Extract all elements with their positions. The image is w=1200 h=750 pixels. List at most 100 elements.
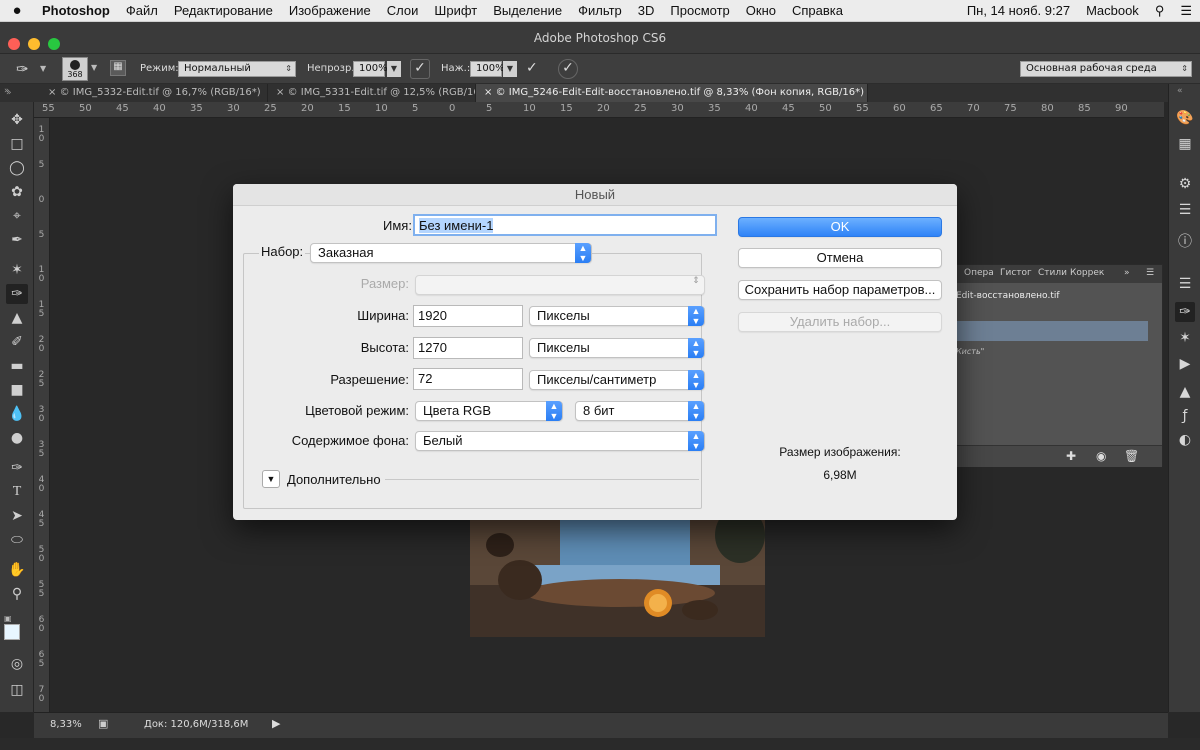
color-mode-select[interactable]: Цвета RGB ▲ ▼ [415, 401, 563, 421]
cancel-button[interactable]: Отмена [738, 248, 942, 268]
size-select[interactable]: ⇕ [415, 275, 705, 295]
collapse-panels-icon[interactable]: » [6, 88, 12, 98]
brush-preset-picker[interactable]: 368 [62, 57, 88, 81]
history-row[interactable]: Кисть" [956, 347, 984, 356]
properties-panel-icon[interactable]: ☰ [1175, 200, 1195, 220]
bit-depth-select[interactable]: 8 бит ▲ ▼ [575, 401, 705, 421]
resolution-input[interactable]: 72 [413, 368, 523, 390]
gradient-tool-icon[interactable]: ■ [6, 380, 28, 400]
menu-window[interactable]: Окно [738, 3, 784, 18]
blur-tool-icon[interactable]: 💧 [6, 404, 28, 424]
height-input[interactable]: 1270 [413, 337, 523, 359]
info-panel-icon[interactable]: ⓘ [1175, 232, 1195, 252]
crop-tool-icon[interactable]: ⌖ [6, 206, 28, 226]
menu-app-photoshop[interactable]: Photoshop [34, 3, 118, 18]
type-tool-icon[interactable]: T [6, 482, 28, 502]
resolution-unit-select[interactable]: Пикселы/сантиметр ▲ ▼ [529, 370, 705, 390]
brush-tool-icon[interactable]: ✑ [6, 284, 28, 304]
quick-mask-icon[interactable]: ◎ [6, 654, 28, 674]
advanced-label[interactable]: Дополнительно [287, 472, 381, 488]
paths-panel-icon[interactable]: ✶ [1175, 328, 1195, 348]
ok-button[interactable]: OK [738, 217, 942, 237]
chevron-down-icon[interactable]: ▼ [40, 64, 46, 73]
swatches-panel-icon[interactable]: ▦ [1175, 134, 1195, 154]
menu-select[interactable]: Выделение [485, 3, 570, 18]
width-unit-select[interactable]: Пикселы ▲ ▼ [529, 306, 705, 326]
screen-mode-icon[interactable]: ◫ [6, 680, 28, 700]
height-unit-select[interactable]: Пикселы ▲ ▼ [529, 338, 705, 358]
marquee-tool-icon[interactable]: □ [6, 134, 28, 154]
advanced-toggle-button[interactable]: ▼ [262, 470, 280, 488]
channels-panel-icon[interactable]: ◐ [1175, 430, 1195, 450]
layer-styles-icon[interactable]: ƒ [1175, 406, 1195, 426]
tab-corrections[interactable]: Коррек [1070, 268, 1104, 278]
menubar-clock[interactable]: Пн, 14 нояб. 9:27 [959, 3, 1078, 18]
layers-panel-icon[interactable]: ☰ [1175, 274, 1195, 294]
tab-img-5332[interactable]: × © IMG_5332-Edit.tif @ 16,7% (RGB/16*) [40, 84, 268, 102]
apple-icon[interactable]: ● [0, 2, 34, 19]
healing-brush-tool-icon[interactable]: ✶ [6, 260, 28, 280]
default-colors-icon[interactable]: ▣ [4, 614, 12, 623]
preset-select[interactable]: Заказная ▲ ▼ [310, 243, 592, 263]
new-layer-icon[interactable]: ✚ [1066, 449, 1076, 463]
foreground-color-swatch[interactable] [4, 624, 20, 640]
clone-stamp-tool-icon[interactable]: ▲ [6, 308, 28, 328]
chevron-down-icon[interactable]: ▼ [503, 61, 517, 77]
workspace-select[interactable]: Основная рабочая среда ⇕ [1020, 61, 1192, 77]
ellipse-tool-icon[interactable]: ⬭ [6, 530, 28, 550]
zoom-level[interactable]: 8,33% [50, 719, 82, 730]
opacity-input[interactable]: 100% [353, 61, 388, 77]
menu-edit[interactable]: Редактирование [166, 3, 281, 18]
actions-panel-icon[interactable]: ▶ [1175, 354, 1195, 374]
menu-filter[interactable]: Фильтр [570, 3, 630, 18]
background-contents-select[interactable]: Белый ▲ ▼ [415, 431, 705, 451]
hand-tool-icon[interactable]: ✋ [6, 560, 28, 580]
brush-panel-icon[interactable]: ✑ [1175, 302, 1195, 322]
tab-operations[interactable]: Опера [964, 268, 994, 278]
chevron-down-icon[interactable]: ▼ [91, 63, 97, 72]
lasso-tool-icon[interactable]: ◯ [6, 158, 28, 178]
close-icon[interactable]: × [276, 87, 284, 98]
selected-layer-row[interactable] [956, 321, 1148, 341]
menu-file[interactable]: Файл [118, 3, 166, 18]
eraser-tool-icon[interactable]: ▬ [6, 356, 28, 376]
quick-selection-tool-icon[interactable]: ✿ [6, 182, 28, 202]
menu-help[interactable]: Справка [784, 3, 851, 18]
expand-panels-icon[interactable]: « [1177, 86, 1183, 96]
pen-tool-icon[interactable]: ✑ [6, 458, 28, 478]
status-menu-arrow-icon[interactable]: ▶ [272, 717, 280, 730]
airbrush-icon[interactable]: ✓ [526, 60, 538, 76]
adjustments-panel-icon[interactable]: ⚙ [1175, 174, 1195, 194]
history-brush-tool-icon[interactable]: ✐ [6, 332, 28, 352]
dodge-tool-icon[interactable]: ● [6, 428, 28, 448]
menubar-user[interactable]: Macbook [1078, 3, 1147, 18]
move-tool-icon[interactable]: ✥ [6, 110, 28, 130]
menu-view[interactable]: Просмотр [662, 3, 737, 18]
document-canvas-image[interactable] [470, 505, 765, 637]
tab-img-5331[interactable]: × © IMG_5331-Edit.tif @ 12,5% (RGB/16*) [268, 84, 476, 102]
save-preset-button[interactable]: Сохранить набор параметров... [738, 280, 942, 300]
chevron-down-icon[interactable]: ▼ [387, 61, 401, 77]
flow-input[interactable]: 100% [470, 61, 505, 77]
status-info-icon[interactable]: ▣ [98, 717, 108, 730]
zoom-tool-icon[interactable]: ⚲ [6, 584, 28, 604]
tab-histogram[interactable]: Гистог [1000, 268, 1032, 278]
pressure-opacity-icon[interactable]: ✓ [410, 59, 430, 79]
brush-tool-icon[interactable]: ✑ [16, 60, 29, 78]
pressure-size-icon[interactable]: ✓ [558, 59, 578, 79]
panel-menu-icon[interactable]: » [1124, 268, 1130, 278]
blend-mode-select[interactable]: Нормальный ⇕ [178, 61, 296, 77]
spotlight-icon[interactable]: ⚲ [1147, 3, 1173, 19]
width-input[interactable]: 1920 [413, 305, 523, 327]
menu-3d[interactable]: 3D [630, 3, 663, 18]
tab-img-5246[interactable]: × © IMG_5246-Edit-Edit-восстановлено.tif… [476, 84, 868, 102]
color-panel-icon[interactable]: 🎨 [1175, 108, 1195, 128]
trash-icon[interactable]: 🗑 [1124, 449, 1139, 463]
history-panel-icon[interactable]: ▲ [1175, 382, 1195, 402]
close-icon[interactable]: × [484, 87, 492, 98]
menu-type[interactable]: Шрифт [426, 3, 485, 18]
snapshot-icon[interactable]: ◉ [1096, 449, 1106, 463]
layer-name[interactable]: Edit-восстановлено.tif [956, 291, 1060, 301]
close-icon[interactable]: × [48, 87, 56, 98]
menu-image[interactable]: Изображение [281, 3, 379, 18]
